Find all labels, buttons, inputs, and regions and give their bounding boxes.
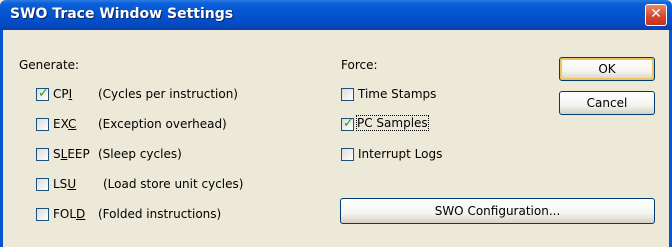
time-stamps-checkbox[interactable] <box>341 88 354 101</box>
fold-label: FOLD <box>53 207 86 221</box>
ok-button[interactable]: OK <box>559 57 655 81</box>
interrupt-logs-label: Interrupt Logs <box>358 147 443 161</box>
swo-configuration-button[interactable]: SWO Configuration... <box>340 198 655 224</box>
lsu-checkbox[interactable] <box>36 178 49 191</box>
generate-heading: Generate: <box>19 58 80 72</box>
exc-checkbox[interactable] <box>36 118 49 131</box>
dialog-body: Generate: ✓ CPI (Cycles per instruction)… <box>0 30 672 247</box>
exc-label: EXC <box>53 117 77 131</box>
fold-description: (Folded instructions) <box>98 207 222 221</box>
cpi-description: (Cycles per instruction) <box>98 87 238 101</box>
close-button[interactable]: ✕ <box>645 4 667 26</box>
sleep-checkbox[interactable] <box>36 148 49 161</box>
cpi-checkbox[interactable]: ✓ <box>36 86 49 101</box>
fold-checkbox[interactable] <box>36 208 49 221</box>
window-title: SWO Trace Window Settings <box>10 6 234 22</box>
force-heading: Force: <box>341 58 378 72</box>
interrupt-logs-checkbox[interactable] <box>341 148 354 161</box>
pc-samples-label: PC Samples <box>356 115 429 131</box>
cancel-button[interactable]: Cancel <box>559 91 655 115</box>
title-bar: SWO Trace Window Settings ✕ <box>0 0 672 30</box>
lsu-description: (Load store unit cycles) <box>103 177 244 191</box>
sleep-description: (Sleep cycles) <box>98 147 182 161</box>
exc-description: (Exception overhead) <box>98 117 227 131</box>
check-icon: ✓ <box>38 86 49 101</box>
cpi-label: CPI <box>53 87 73 101</box>
close-icon: ✕ <box>650 6 662 22</box>
time-stamps-label: Time Stamps <box>358 87 437 101</box>
sleep-label: SLEEP <box>53 147 90 161</box>
check-icon: ✓ <box>343 116 354 131</box>
lsu-label: LSU <box>53 177 77 191</box>
pc-samples-checkbox[interactable]: ✓ <box>341 116 354 131</box>
